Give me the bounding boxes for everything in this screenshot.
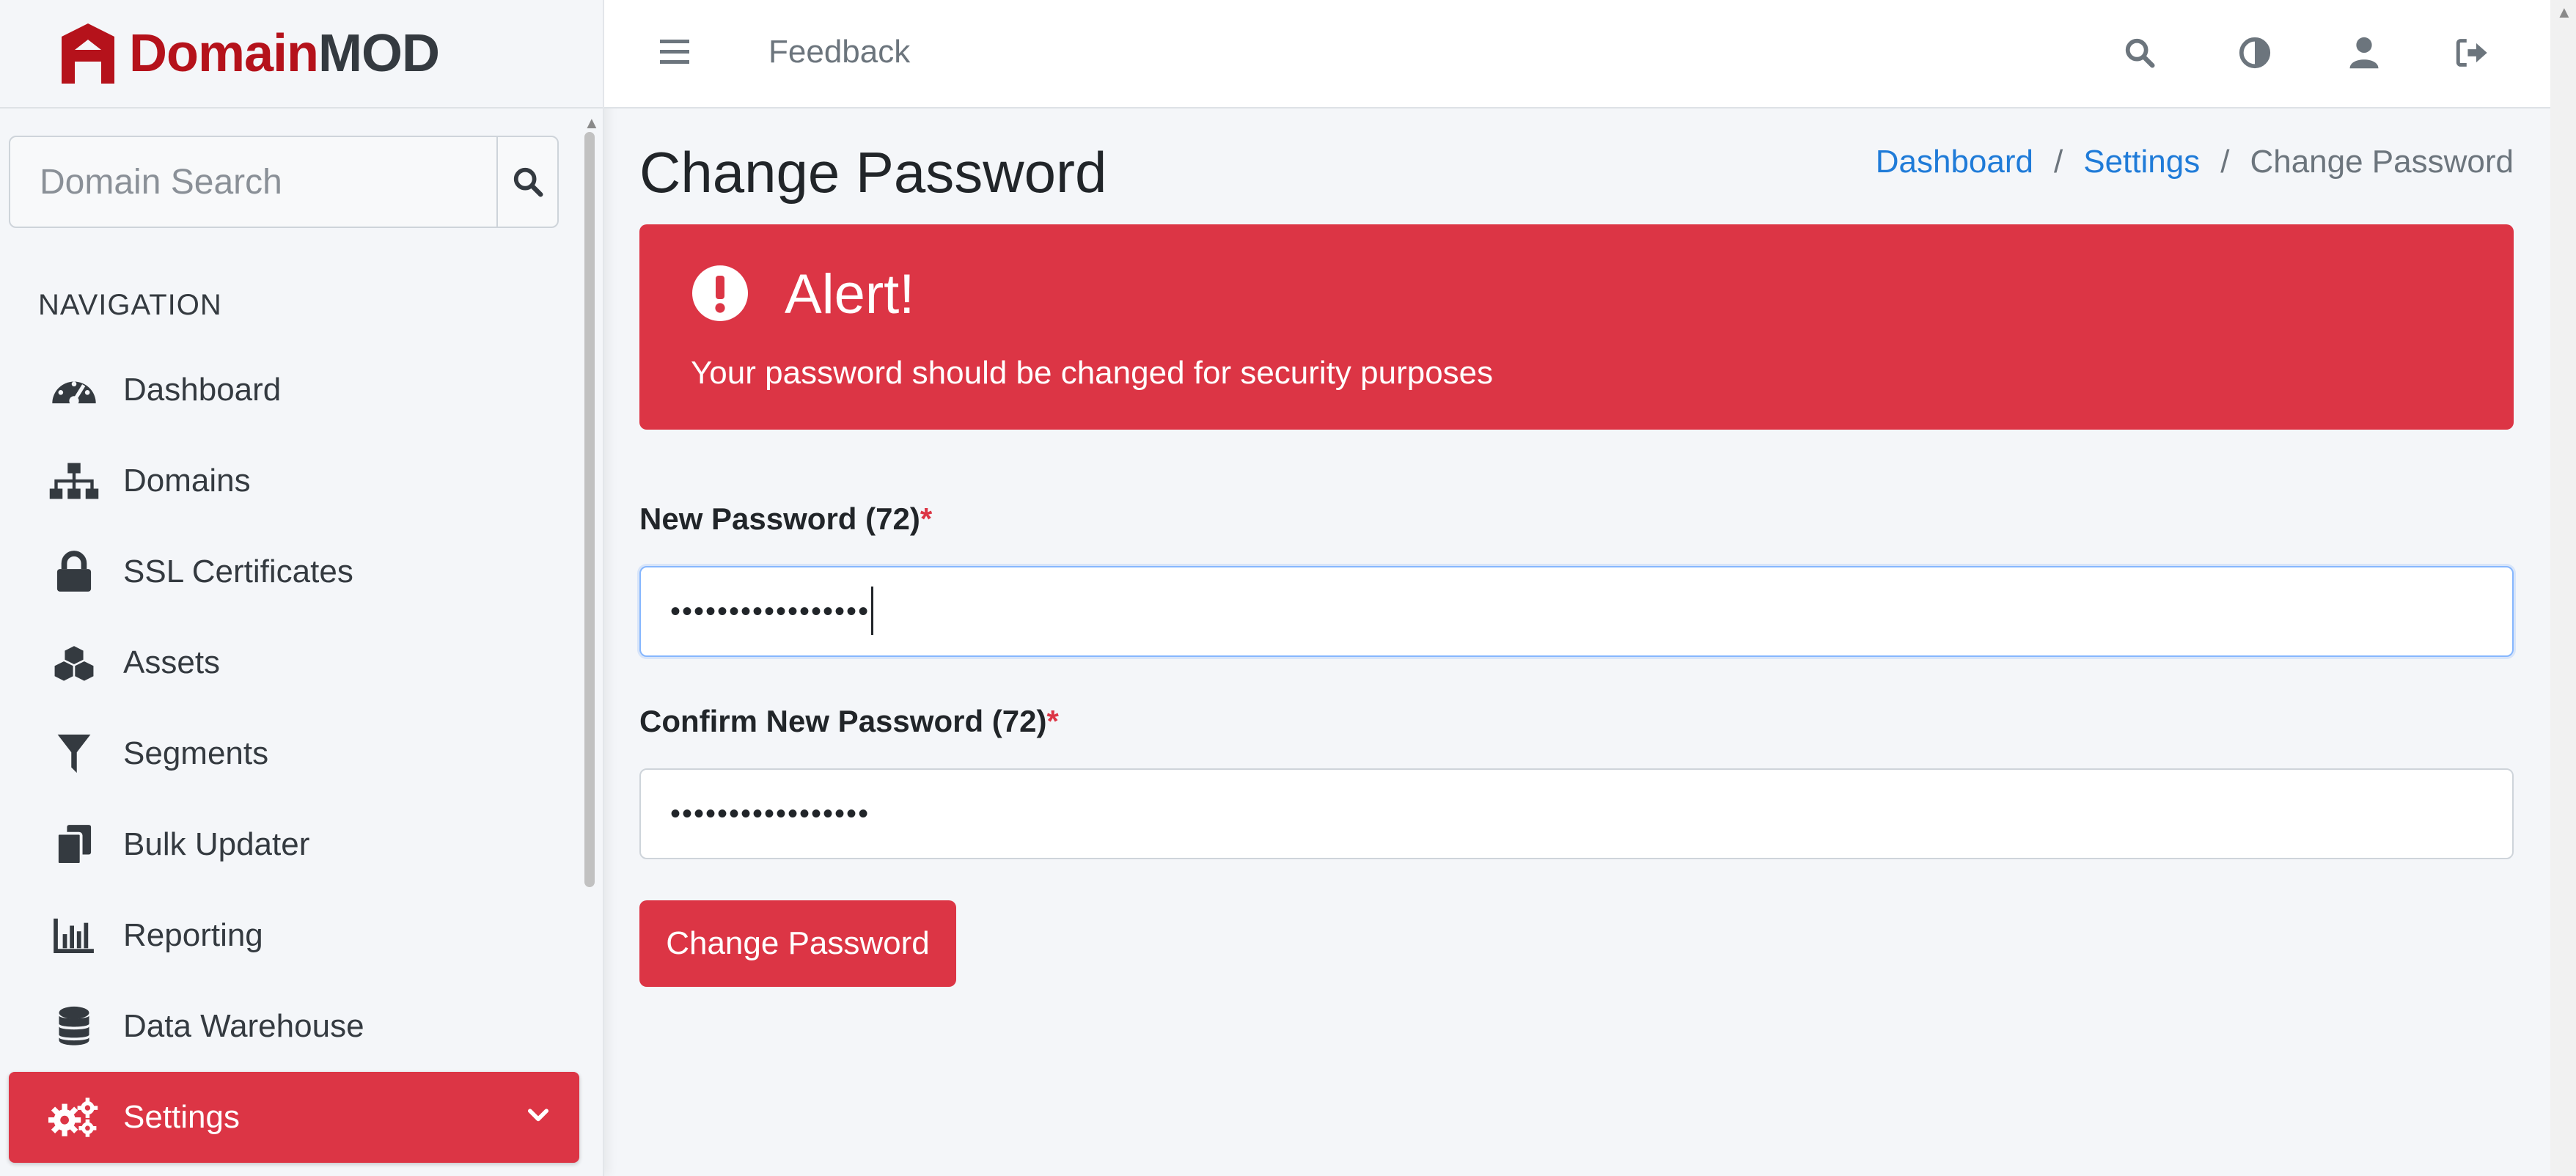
chevron-down-icon: [528, 1109, 548, 1122]
sidebar-item-dashboard[interactable]: Dashboard: [9, 345, 579, 436]
sidebar-scrollbar-thumb[interactable]: [584, 132, 595, 887]
hamburger-icon[interactable]: [657, 34, 692, 69]
domainmod-logo-icon: [62, 23, 114, 84]
exclamation-circle-icon: [692, 265, 748, 321]
page-scrollbar[interactable]: ▲: [2550, 0, 2576, 1176]
sidebar-item-domains[interactable]: Domains: [9, 436, 579, 526]
scroll-up-arrow-icon[interactable]: ▲: [584, 114, 600, 133]
dark-mode-toggle[interactable]: [2234, 32, 2275, 73]
sidebar-item-label: Data Warehouse: [123, 1008, 364, 1044]
sidebar-item-segments[interactable]: Segments: [9, 708, 579, 799]
chart-bar-icon: [48, 915, 100, 956]
sidebar-item-label: Segments: [123, 735, 269, 771]
user-icon: [2349, 37, 2379, 69]
search-button[interactable]: [496, 137, 557, 227]
breadcrumb: Dashboard / Settings / Change Password: [1876, 144, 2514, 180]
database-icon: [48, 1006, 100, 1047]
sidebar-item-label: Reporting: [123, 917, 263, 953]
top-navbar: Feedback: [604, 0, 2550, 109]
domain-search-input[interactable]: [10, 137, 496, 227]
sidebar-item-data-warehouse[interactable]: Data Warehouse: [9, 981, 579, 1072]
sidebar-item-bulk-updater[interactable]: Bulk Updater: [9, 799, 579, 890]
confirm-password-field[interactable]: [639, 768, 2514, 859]
breadcrumb-settings[interactable]: Settings: [2083, 144, 2200, 180]
sidebar-item-assets[interactable]: Assets: [9, 617, 579, 708]
breadcrumb-separator: /: [2054, 144, 2063, 180]
sidebar-item-label: Dashboard: [123, 372, 282, 408]
sitemap-icon: [48, 460, 100, 501]
lock-icon: [48, 551, 100, 592]
cubes-icon: [48, 642, 100, 683]
sidebar: DomainMOD NAVIGATION Dashboard Domains: [0, 0, 604, 1176]
tachometer-icon: [48, 370, 100, 411]
page-title: Change Password: [639, 140, 1107, 205]
sidebar-item-label: Bulk Updater: [123, 826, 310, 862]
sidebar-item-label: Assets: [123, 644, 221, 680]
alert-title: Alert!: [785, 263, 915, 326]
copy-icon: [48, 824, 100, 866]
text-caret: [871, 587, 873, 635]
breadcrumb-current: Change Password: [2250, 144, 2514, 180]
nav-header: NAVIGATION: [38, 289, 222, 321]
feedback-link[interactable]: Feedback: [768, 34, 910, 70]
search-icon: [513, 167, 543, 197]
alert-box: Alert! Your password should be changed f…: [639, 224, 2514, 430]
new-password-field[interactable]: [639, 566, 2514, 657]
brand-link[interactable]: DomainMOD: [0, 0, 603, 109]
sidebar-item-reporting[interactable]: Reporting: [9, 890, 579, 981]
navbar-search-button[interactable]: [2119, 32, 2160, 73]
sidebar-item-label: Domains: [123, 463, 251, 499]
filter-icon: [48, 733, 100, 774]
scroll-up-arrow-icon[interactable]: ▲: [2556, 3, 2572, 22]
sidebar-item-label: Settings: [123, 1099, 240, 1135]
confirm-password-label: Confirm New Password (72)*: [639, 704, 1059, 738]
logout-icon: [2456, 39, 2487, 67]
cogs-icon: [48, 1097, 100, 1138]
sidebar-item-label: SSL Certificates: [123, 554, 353, 589]
domain-search-form: [9, 136, 559, 228]
sidebar-item-settings[interactable]: Settings: [9, 1072, 579, 1163]
brand-name: DomainMOD: [129, 24, 440, 83]
change-password-button[interactable]: Change Password: [639, 900, 956, 987]
breadcrumb-separator: /: [2220, 144, 2230, 180]
breadcrumb-dashboard[interactable]: Dashboard: [1876, 144, 2033, 180]
user-menu-button[interactable]: [2344, 32, 2385, 73]
logout-button[interactable]: [2452, 32, 2493, 73]
new-password-label: New Password (72)*: [639, 501, 933, 536]
contrast-icon: [2239, 37, 2271, 69]
alert-message: Your password should be changed for secu…: [691, 355, 1494, 391]
sidebar-item-ssl-certificates[interactable]: SSL Certificates: [9, 526, 579, 617]
sidebar-nav: Dashboard Domains SSL Certificates Asset…: [9, 345, 579, 1163]
search-icon: [2125, 38, 2155, 68]
